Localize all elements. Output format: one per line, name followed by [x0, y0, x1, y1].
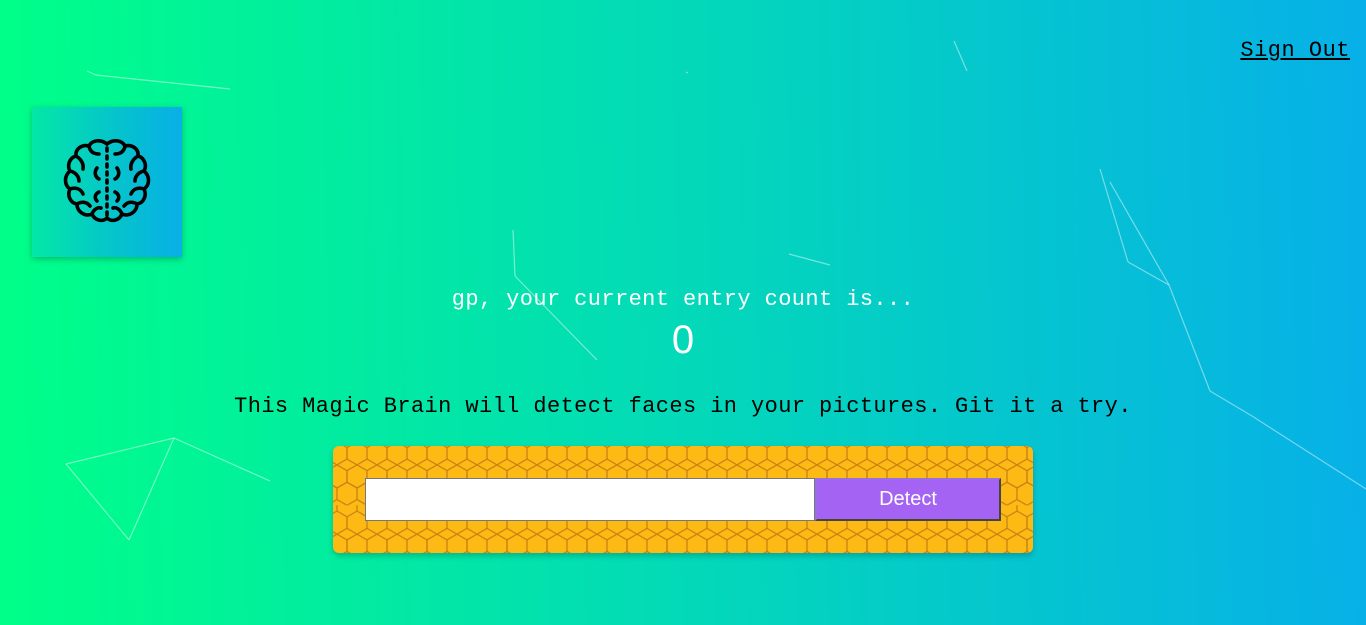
- entry-count: 0: [671, 318, 695, 362]
- brain-icon: [63, 139, 151, 223]
- app-description: This Magic Brain will detect faces in yo…: [234, 394, 1132, 419]
- sign-out-link[interactable]: Sign Out: [1240, 38, 1350, 63]
- rank-message: gp, your current entry count is...: [451, 287, 915, 312]
- image-url-input[interactable]: [365, 478, 815, 521]
- form-row: Detect: [365, 478, 1001, 521]
- top-nav: Sign Out: [1240, 38, 1350, 63]
- image-link-form: Detect: [333, 446, 1033, 553]
- detect-button[interactable]: Detect: [815, 478, 1001, 521]
- logo[interactable]: [32, 107, 182, 257]
